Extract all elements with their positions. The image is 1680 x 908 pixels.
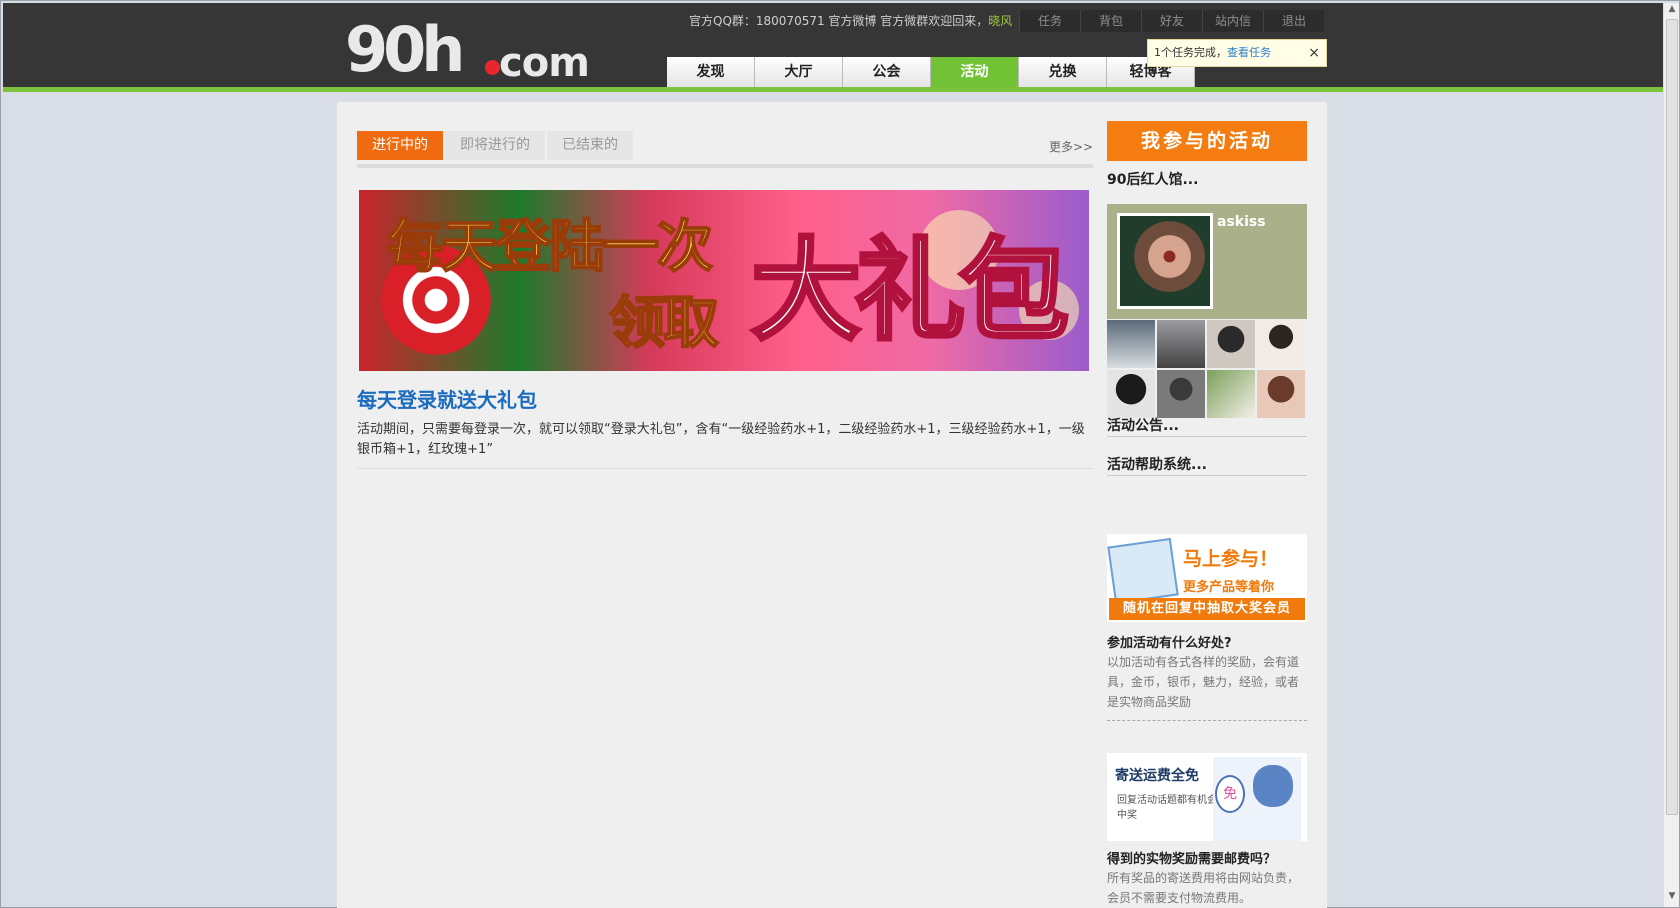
promo-title: 寄送运费全免 [1115, 768, 1199, 784]
nav-exchange[interactable]: 兑换 [1019, 57, 1107, 87]
activity-banner[interactable]: 每天登陆一次 领取 大礼包 [359, 190, 1089, 371]
member-avatar[interactable] [1157, 320, 1205, 368]
scroll-up-icon[interactable]: ▲ [1666, 4, 1678, 16]
banner-line1: 每天登陆一次 [386, 214, 714, 281]
activity-tabs: 进行中的 即将进行的 已结束的 [357, 131, 635, 160]
member-avatar[interactable] [1207, 370, 1255, 418]
divider [1107, 720, 1307, 721]
vertical-scrollbar[interactable]: ▲ ▼ [1663, 3, 1679, 907]
member-avatar[interactable] [1157, 370, 1205, 418]
main-nav: 发现 大厅 公会 活动 兑换 轻博客 [667, 57, 1195, 87]
logo-suffix: com [499, 40, 590, 86]
free-shipping-promo[interactable]: 寄送运费全免 回复活动话题都有机会中奖 免 [1107, 753, 1307, 841]
logo-main: 90h [345, 13, 465, 86]
welcome-message: 官方QQ群：180070571 官方微博 官方微群欢迎回来， [689, 14, 989, 28]
nav-hall[interactable]: 大厅 [755, 57, 843, 87]
menu-tasks[interactable]: 任务 [1019, 10, 1080, 32]
logo-dot [485, 60, 500, 75]
character-illustration: 免 [1213, 757, 1301, 841]
divider [1107, 475, 1307, 476]
promo-subtitle: 回复活动话题都有机会中奖 [1117, 795, 1217, 821]
site-logo[interactable]: 90h com [345, 13, 590, 86]
member-avatar[interactable] [1257, 370, 1305, 418]
profile-name[interactable]: askiss [1217, 214, 1266, 230]
header-accent-line [3, 87, 1663, 92]
scroll-down-icon[interactable]: ▼ [1666, 891, 1678, 903]
help-system-link[interactable]: 活动帮助系统... [1107, 454, 1207, 474]
tab-upcoming[interactable]: 即将进行的 [445, 131, 545, 160]
member-thumbnails [1107, 320, 1307, 418]
promo-bar: 随机在回复中抽取大奖会员 [1109, 598, 1305, 620]
divider [357, 468, 1093, 469]
menu-messages[interactable]: 站内信 [1202, 10, 1263, 32]
close-icon[interactable]: × [1308, 40, 1320, 66]
nav-guild[interactable]: 公会 [843, 57, 931, 87]
divider [1107, 436, 1307, 437]
scrollbar-thumb[interactable] [1666, 19, 1678, 815]
tab-ended[interactable]: 已结束的 [547, 131, 633, 160]
member-avatar[interactable] [1107, 370, 1155, 418]
activity-description: 活动期间，只需要每登录一次，就可以领取“登录大礼包”，含有“一级经验药水+1，二… [357, 422, 1085, 457]
member-avatar[interactable] [1257, 320, 1305, 368]
main-content: 进行中的 即将进行的 已结束的 更多>> 每天登陆一次 领取 大礼包 每天登录就… [337, 102, 1327, 908]
announcement-link[interactable]: 活动公告... [1107, 415, 1179, 435]
member-avatar[interactable] [1107, 320, 1155, 368]
menu-backpack[interactable]: 背包 [1080, 10, 1141, 32]
free-badge: 免 [1215, 775, 1245, 813]
more-link[interactable]: 更多>> [1049, 138, 1093, 155]
right-sidebar: 我参与的活动 90后红人馆... askiss 活动公告... 活动帮助系统..… [1107, 102, 1307, 908]
join-now-promo[interactable]: 马上参与！ 更多产品等着你 随机在回复中抽取大奖会员 [1107, 534, 1307, 622]
banner-big-text: 大礼包 [749, 225, 1071, 357]
faq-answer: 以加活动有各式各样的奖励，会有道具，金币，银币，魅力，经验，或者是实物商品奖励 [1107, 655, 1300, 709]
avatar[interactable] [1117, 213, 1213, 309]
member-avatar[interactable] [1207, 320, 1255, 368]
task-notice-text: 1个任务完成， [1154, 46, 1227, 59]
profile-card: askiss [1107, 204, 1307, 319]
menu-friends[interactable]: 好友 [1141, 10, 1202, 32]
tab-ongoing[interactable]: 进行中的 [357, 131, 443, 160]
user-menu: 任务 背包 好友 站内信 退出 [1019, 10, 1324, 32]
menu-logout[interactable]: 退出 [1263, 10, 1324, 32]
character-head [1253, 765, 1293, 807]
welcome-text: 官方QQ群：180070571 官方微博 官方微群欢迎回来，晓风 [689, 13, 1012, 29]
banner-line2: 领取 [608, 290, 720, 357]
username-link[interactable]: 晓风 [988, 14, 1012, 28]
club-link[interactable]: 90后红人馆... [1107, 169, 1198, 189]
browser-window: 90h com 官方QQ群：180070571 官方微博 官方微群欢迎回来，晓风… [0, 0, 1680, 908]
bingo-card-icon [1107, 537, 1179, 605]
faq-question: 得到的实物奖励需要邮费吗？ [1107, 852, 1277, 867]
task-notice: 1个任务完成，查看任务 × [1147, 39, 1327, 67]
my-activities-button[interactable]: 我参与的活动 [1107, 121, 1307, 161]
faq-question: 参加活动有什么好处? [1107, 636, 1232, 651]
view-tasks-link[interactable]: 查看任务 [1227, 46, 1271, 59]
nav-discover[interactable]: 发现 [667, 57, 755, 87]
faq-answer: 所有奖品的寄送费用将由网站负责，会员不需要支付物流费用。 [1107, 871, 1300, 905]
promo-title: 马上参与！ [1183, 548, 1279, 570]
promo-subtitle: 更多产品等着你 [1183, 580, 1275, 595]
nav-activities[interactable]: 活动 [931, 57, 1019, 87]
tab-underline [357, 164, 1093, 168]
activity-title[interactable]: 每天登录就送大礼包 [357, 384, 537, 413]
